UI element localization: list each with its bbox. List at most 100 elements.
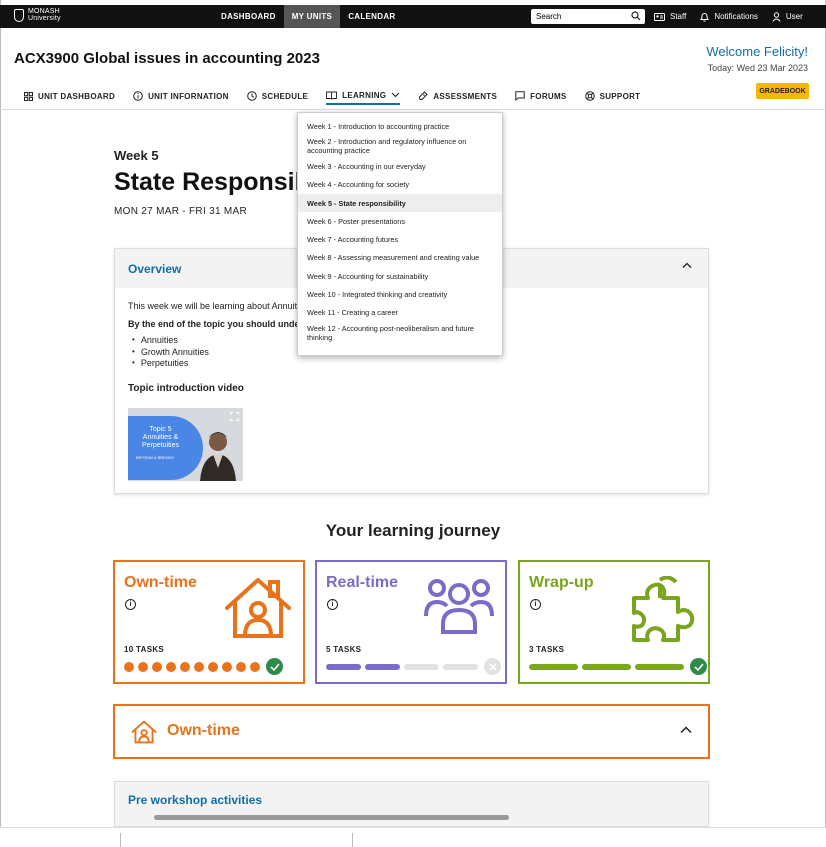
chevron-up-icon[interactable] (682, 262, 692, 269)
tab-schedule[interactable]: SCHEDULE (246, 87, 308, 105)
tab-label: LEARNING (342, 90, 387, 100)
progress-dot (194, 661, 204, 672)
menu-item-week-12[interactable]: Week 12 - Accounting post-neoliberalism … (298, 322, 502, 344)
journey-card-real-time[interactable]: Real-time i 5 TASKS (315, 560, 507, 684)
tab-unit-dashboard[interactable]: UNIT DASHBOARD (24, 87, 115, 105)
user-link[interactable]: User (772, 11, 803, 22)
notifications-link[interactable]: Notifications (700, 12, 758, 22)
video-thumbnail[interactable]: Topic 5 Annuities & Perpetuities BRYSON … (128, 408, 243, 481)
group-icon (424, 579, 494, 634)
tab-learning[interactable]: LEARNING (326, 87, 401, 105)
progress-dot (180, 661, 190, 672)
progress-dot (236, 661, 246, 672)
pre-workshop-title: Pre workshop activities (128, 793, 263, 807)
crest-icon (14, 8, 24, 22)
presenter-image (200, 432, 236, 481)
search-input[interactable] (536, 12, 626, 21)
page: MONASH University DASHBOARD MY UNITS CAL… (0, 0, 826, 847)
progress-dot (124, 661, 134, 672)
x-icon (484, 658, 501, 675)
overview-intro: This week we will be learning about Annu… (128, 301, 309, 311)
menu-item-week-3[interactable]: Week 3 - Accounting in our everyday (298, 157, 502, 175)
info-icon[interactable]: i (125, 599, 136, 610)
topic-list: Annuities Growth Annuities Perpetuities (132, 335, 209, 370)
task-count: 3 TASKS (529, 645, 565, 654)
video-title: Topic 5 Annuities & Perpetuities (142, 426, 179, 449)
week-number: Week 5 (114, 148, 159, 163)
pre-workshop-card[interactable]: Pre workshop activities (114, 781, 709, 827)
journey-card-wrap-up[interactable]: Wrap-up i 3 TASKS (518, 560, 710, 684)
tab-label: ASSESSMENTS (433, 91, 498, 101)
menu-item-week-11[interactable]: Week 11 - Creating a career (298, 304, 502, 322)
video-heading: Topic introduction video (128, 383, 244, 394)
journey-card-own-time[interactable]: Own-time i 10 TASKS (113, 560, 305, 684)
menu-item-week-7[interactable]: Week 7 - Accounting futures (298, 230, 502, 248)
id-card-icon (654, 12, 665, 21)
tab-label: SUPPORT (599, 91, 641, 101)
menu-item-week-6[interactable]: Week 6 - Poster presentations (298, 212, 502, 230)
nav-dashboard[interactable]: DASHBOARD (213, 5, 284, 28)
welcome-message: Welcome Felicity! (706, 44, 808, 59)
progress-segment (635, 663, 684, 670)
menu-item-week-8[interactable]: Week 8 - Assessing measurement and creat… (298, 249, 502, 267)
horizontal-scrollbar[interactable] (154, 815, 509, 820)
overview-title: Overview (128, 261, 182, 276)
section-title: Own-time (167, 722, 240, 739)
today-date: Today: Wed 23 Mar 2023 (707, 63, 808, 73)
video-presenter: BRYSON & BRENNY (136, 455, 175, 460)
tab-unit-information[interactable]: UNIT INFORNATION (133, 87, 229, 105)
nav-my-units[interactable]: MY UNITS (283, 5, 341, 28)
monash-logo[interactable]: MONASH University (14, 8, 61, 22)
menu-item-week-9[interactable]: Week 9 - Accounting for sustainability (298, 267, 502, 285)
info-icon[interactable]: i (327, 599, 338, 610)
info-icon[interactable]: i (530, 599, 541, 610)
week-title: State Responsibility (114, 168, 300, 196)
chat-icon (515, 91, 525, 101)
tab-label: UNIT DASHBOARD (38, 91, 116, 101)
progress-dot (250, 661, 260, 672)
menu-item-week-5[interactable]: Week 5 - State responsibility (298, 193, 502, 213)
user-label: User (785, 12, 803, 21)
progress-dot (152, 661, 162, 672)
task-count: 5 TASKS (326, 645, 362, 654)
week-dates: MON 27 MAR - FRI 31 MAR (114, 206, 248, 217)
progress-segment (582, 663, 631, 670)
own-time-section-header[interactable]: Own-time (113, 704, 710, 759)
top-bar: MONASH University DASHBOARD MY UNITS CAL… (0, 5, 826, 28)
progress-bar (326, 658, 501, 675)
tab-assessments[interactable]: ASSESSMENTS (418, 87, 497, 105)
menu-item-week-10[interactable]: Week 10 - Integrated thinking and creati… (298, 285, 502, 303)
notifications-label: Notifications (714, 12, 758, 21)
tab-forums[interactable]: FORUMS (515, 87, 566, 105)
logo-subtext: University (28, 15, 61, 22)
search-icon[interactable] (631, 11, 641, 21)
progress-segment (443, 663, 478, 670)
chevron-down-icon[interactable] (391, 92, 400, 98)
unit-title: ACX3900 Global issues in accounting 2023 (14, 50, 320, 67)
progress-segment (365, 663, 400, 670)
list-item: Perpetuities (132, 358, 209, 370)
assessment-icon (419, 91, 429, 100)
book-icon (326, 91, 338, 100)
house-person-icon (131, 720, 157, 744)
progress-bar (529, 658, 707, 675)
menu-item-week-2[interactable]: Week 2 - Introduction and regulatory inf… (298, 135, 502, 157)
search-box[interactable] (531, 9, 645, 24)
menu-item-week-4[interactable]: Week 4 - Accounting for society (298, 176, 502, 194)
gradebook-button[interactable]: GRADEBOOK (756, 83, 809, 99)
menu-item-week-1[interactable]: Week 1 - Introduction to accounting prac… (298, 117, 502, 135)
journey-title: Your learning journey (325, 521, 501, 540)
divider (120, 833, 121, 847)
list-item: Growth Annuities (132, 347, 209, 359)
user-icon (772, 11, 781, 22)
chevron-up-icon[interactable] (680, 726, 692, 734)
check-icon (266, 658, 283, 675)
logo-text: MONASH (28, 8, 60, 15)
progress-dot (166, 661, 176, 672)
staff-link[interactable]: Staff (654, 12, 686, 21)
nav-calendar[interactable]: CALENDAR (340, 5, 403, 28)
clock-icon (246, 91, 257, 101)
divider (0, 109, 826, 110)
fullscreen-icon[interactable] (230, 412, 239, 421)
tab-support[interactable]: SUPPORT (584, 87, 641, 105)
